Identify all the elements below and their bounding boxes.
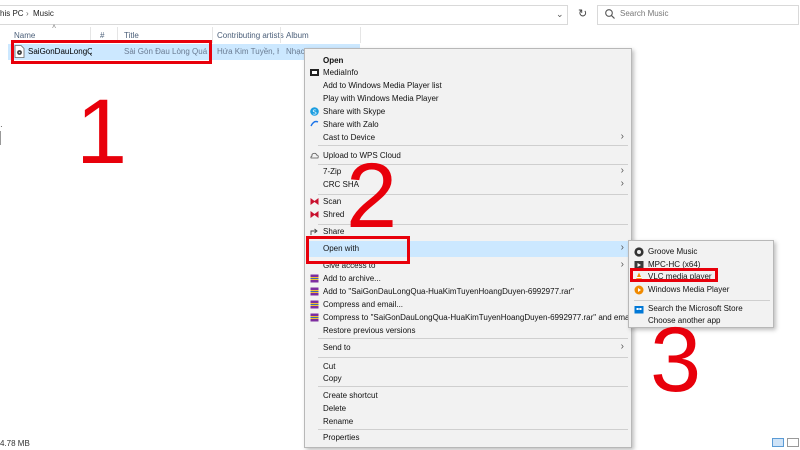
menu-item-properties[interactable]: Properties <box>306 432 630 445</box>
large-icons-view-icon[interactable] <box>787 438 799 447</box>
store-icon <box>634 306 644 314</box>
step3-highlight-box <box>630 268 718 282</box>
chevron-down-icon[interactable]: ⌄ <box>556 9 564 20</box>
column-divider[interactable] <box>280 27 281 43</box>
menu-item-label: Create shortcut <box>323 391 378 400</box>
menu-item-compress-and-email[interactable]: Compress and email... <box>306 299 630 312</box>
menu-item-compress-to-saigondaulongqua-huakimtuyen[interactable]: Compress to "SaiGonDauLongQua-HuaKimTuye… <box>306 312 633 325</box>
details-view-icon[interactable] <box>772 438 784 447</box>
breadcrumb-this-pc[interactable]: his PC <box>0 9 24 18</box>
menu-item-add-to-archive[interactable]: Add to archive... <box>306 273 630 286</box>
menu-item-label: Play with Windows Media Player <box>323 94 439 103</box>
menu-item-add-to-saigondaulongqua-huakimtuyenhoang[interactable]: Add to "SaiGonDauLongQua-HuaKimTuyenHoan… <box>306 286 630 299</box>
menu-item-label: Share with Skype <box>323 107 386 116</box>
menu-item-copy[interactable]: Copy <box>306 373 630 386</box>
menu-item-label: Shred <box>323 210 345 219</box>
submenu-chevron-icon: › <box>620 165 624 176</box>
open-with-label: Groove Music <box>648 247 698 256</box>
step1-number: 1 <box>76 81 128 183</box>
menu-separator <box>318 429 628 430</box>
menu-item-create-shortcut[interactable]: Create shortcut <box>306 390 630 403</box>
menu-item-label: Compress to "SaiGonDauLongQua-HuaKimTuye… <box>323 313 633 322</box>
column-header-title[interactable]: Title <box>124 31 139 40</box>
menu-item-label: Add to Windows Media Player list <box>323 81 442 90</box>
column-divider[interactable] <box>360 27 361 43</box>
winrar-icon <box>310 300 319 309</box>
submenu-separator <box>634 300 770 301</box>
sort-up-icon: ˄ <box>52 24 57 31</box>
wmp-icon <box>634 285 644 295</box>
zalo-icon <box>310 120 319 127</box>
menu-item-label: Scan <box>323 197 342 206</box>
submenu-chevron-icon: › <box>620 242 624 253</box>
menu-item-play-with-windows-media-player[interactable]: Play with Windows Media Player <box>306 93 630 106</box>
menu-item-label: Copy <box>323 374 342 383</box>
groove-icon <box>634 247 644 257</box>
mcafee-icon <box>310 198 319 205</box>
address-bar[interactable] <box>0 5 568 25</box>
step3-number: 3 <box>650 309 702 411</box>
menu-separator <box>318 357 628 358</box>
column-header-artists[interactable]: Contributing artists <box>217 31 284 40</box>
menu-item-label: MediaInfo <box>323 68 359 77</box>
winrar-icon <box>310 287 319 296</box>
menu-item-label: Compress and email... <box>323 300 404 309</box>
status-size: 4.78 MB <box>0 439 30 448</box>
menu-item-restore-previous-versions[interactable]: Restore previous versions <box>306 325 630 338</box>
nav-pane-scrollbar[interactable] <box>0 131 3 145</box>
submenu-chevron-icon: › <box>620 259 624 270</box>
svg-text:S: S <box>312 108 317 116</box>
column-divider[interactable] <box>212 27 213 43</box>
winrar-icon <box>310 274 319 283</box>
cloud-icon <box>310 152 319 159</box>
menu-item-label: Delete <box>323 404 347 413</box>
menu-item-label: Add to "SaiGonDauLongQua-HuaKimTuyenHoan… <box>323 287 574 296</box>
menu-item-label: Cut <box>323 362 336 371</box>
step2-number: 2 <box>346 145 398 247</box>
refresh-icon[interactable]: ↻ <box>578 7 587 20</box>
submenu-chevron-icon: › <box>620 341 624 352</box>
menu-separator <box>318 386 628 387</box>
menu-item-label: Cast to Device <box>323 133 376 142</box>
menu-separator <box>318 338 628 339</box>
open-with-windows-media-player[interactable]: Windows Media Player <box>630 284 772 297</box>
nav-pane-fragment: · <box>0 122 3 131</box>
share-icon <box>310 228 318 235</box>
menu-item-delete[interactable]: Delete <box>306 403 630 416</box>
winrar-icon <box>310 313 319 322</box>
menu-item-label: Properties <box>323 433 360 442</box>
menu-item-share-with-skype[interactable]: S Share with Skype <box>306 106 630 119</box>
menu-item-share-with-zalo[interactable]: Share with Zalo <box>306 119 630 132</box>
menu-item-cast-to-device[interactable]: Cast to Device › <box>306 131 630 145</box>
step1-highlight-box <box>11 40 212 64</box>
menu-item-rename[interactable]: Rename <box>306 416 630 429</box>
menu-item-label: Send to <box>323 343 351 352</box>
open-with-label: Windows Media Player <box>648 285 730 294</box>
search-icon <box>605 9 615 19</box>
mcafee-icon <box>310 211 319 218</box>
menu-item-mediainfo[interactable]: MediaInfo <box>306 67 630 80</box>
menu-item-label: Restore previous versions <box>323 326 416 335</box>
menu-item-label: Add to archive... <box>323 274 381 283</box>
skype-icon: S <box>310 107 319 116</box>
open-with-groove-music[interactable]: Groove Music <box>630 246 772 259</box>
search-placeholder: Search Music <box>620 9 669 18</box>
mediainfo-icon <box>310 69 319 76</box>
file-artists: Hứa Kim Tuyền, H... <box>217 47 279 56</box>
breadcrumb-chevron-icon[interactable]: › <box>26 9 29 18</box>
column-header-name[interactable]: Name <box>14 31 35 40</box>
menu-item-label: Open <box>323 56 344 65</box>
breadcrumb-music[interactable]: Music <box>33 9 54 18</box>
submenu-chevron-icon: › <box>620 131 624 142</box>
submenu-chevron-icon: › <box>620 178 624 189</box>
menu-item-label: Share <box>323 227 345 236</box>
menu-item-label: Share with Zalo <box>323 120 379 129</box>
menu-item-send-to[interactable]: Send to › <box>306 341 630 355</box>
column-header-album[interactable]: Album <box>286 31 309 40</box>
column-header-number[interactable]: # <box>100 31 104 40</box>
menu-item-label: Rename <box>323 417 354 426</box>
menu-item-label: 7-Zip <box>323 167 342 176</box>
menu-item-add-to-windows-media-player-list[interactable]: Add to Windows Media Player list <box>306 80 630 93</box>
